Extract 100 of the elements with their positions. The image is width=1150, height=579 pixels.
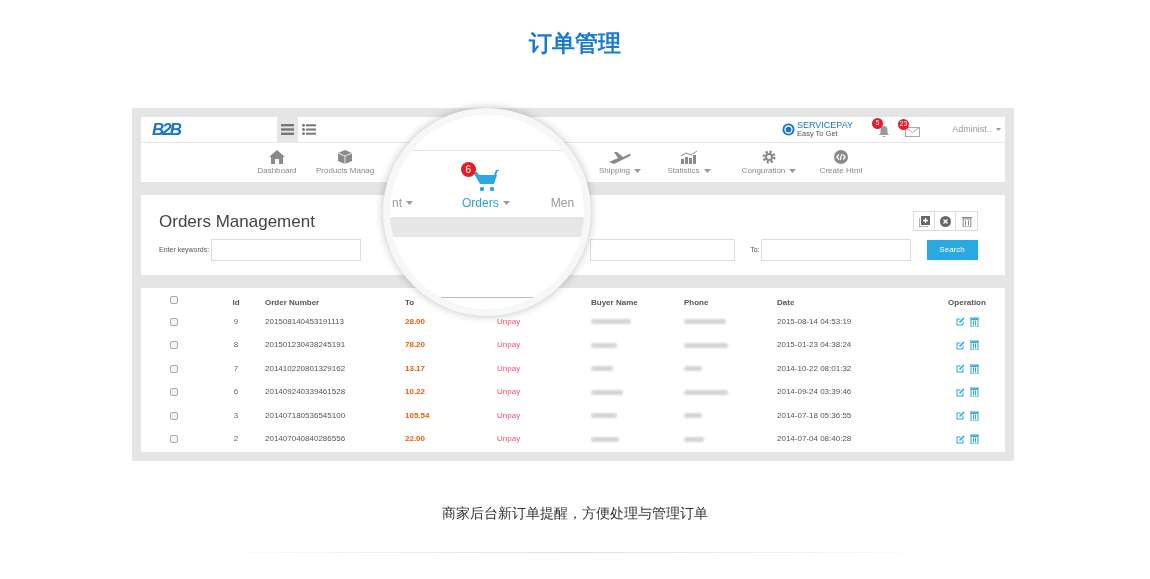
user-menu[interactable]: Administ.. xyxy=(948,122,1001,137)
caption: 商家后台新订单提醒，方便处理与管理订单 xyxy=(442,504,708,523)
nav-item[interactable]: Orders xyxy=(462,197,510,209)
table-cell-text: 8 xyxy=(232,339,240,352)
blurred-text xyxy=(591,436,619,442)
blurred-text xyxy=(684,389,728,395)
table-cell-text: 2014-07-04 08:40:28 xyxy=(777,433,853,446)
delete-button[interactable] xyxy=(969,387,979,398)
airplane-icon xyxy=(609,150,631,164)
bell-icon[interactable] xyxy=(879,126,889,137)
table-cell-text: 22.00 xyxy=(405,433,427,446)
close-icon xyxy=(939,215,951,227)
blurred-text xyxy=(591,366,613,372)
delete-button[interactable] xyxy=(969,340,979,351)
column-header: Date xyxy=(777,298,795,307)
edit-button[interactable] xyxy=(955,363,965,374)
table-cell-text: 201410220801329162 xyxy=(265,362,347,375)
trash-icon xyxy=(969,410,979,421)
checkbox[interactable] xyxy=(170,296,178,304)
gear-icon xyxy=(762,150,776,164)
checkbox[interactable] xyxy=(170,364,178,373)
checkbox[interactable] xyxy=(170,435,178,444)
column-header: To xyxy=(405,298,415,307)
table-cell-text: Unpay xyxy=(497,386,522,399)
column-header: Id xyxy=(232,298,240,307)
edit-button[interactable] xyxy=(955,410,965,421)
table-cell-text: 201409240339461528 xyxy=(265,386,347,399)
checkbox[interactable] xyxy=(170,317,178,326)
edit-icon xyxy=(955,340,965,350)
table-cell-text: 105.54 xyxy=(405,409,431,422)
list-icon xyxy=(301,124,316,135)
trash-icon xyxy=(969,316,979,327)
table-cell-text: 201501230438245191 xyxy=(265,339,347,352)
search-button[interactable]: Search xyxy=(926,240,978,260)
delete-button[interactable] xyxy=(969,410,979,421)
table-cell-text: 2014-09-24 03:39:46 xyxy=(777,386,853,399)
edit-button[interactable] xyxy=(955,387,965,398)
nav-item[interactable]: Products Manag xyxy=(316,150,375,175)
blurred-text xyxy=(684,413,702,419)
nav-item[interactable]: nt xyxy=(391,197,413,209)
table-cell-text: 13.17 xyxy=(405,362,427,375)
delete-button[interactable] xyxy=(969,363,979,374)
table-cell-text: 2 xyxy=(232,433,240,446)
edit-button[interactable] xyxy=(955,340,965,351)
nav-item[interactable]: Dashboard xyxy=(257,150,297,175)
table-cell-text: 2015-01-23 04:38:24 xyxy=(777,339,853,352)
table-cell-text: 7 xyxy=(232,362,240,375)
table-cell-text: Unpay xyxy=(497,433,522,446)
checkbox[interactable] xyxy=(170,388,178,397)
table-cell-text: 201407040840286556 xyxy=(265,433,347,446)
edit-icon xyxy=(955,387,965,397)
delete-button[interactable] xyxy=(969,316,979,327)
edit-button[interactable] xyxy=(955,434,965,445)
page-title: 订单管理 xyxy=(529,32,621,55)
code-icon xyxy=(834,150,848,164)
trash-icon xyxy=(969,340,979,351)
blurred-text xyxy=(591,342,617,348)
nav-item[interactable]: Men xyxy=(550,197,575,209)
menu-icon xyxy=(281,124,294,135)
trash-icon xyxy=(969,387,979,398)
column-header: Order Number xyxy=(265,298,320,307)
table-cell-text: Unpay xyxy=(497,409,522,422)
keywords-field[interactable] xyxy=(211,239,362,261)
date-from-field[interactable] xyxy=(590,239,736,261)
table-cell-text: 10.22 xyxy=(405,386,427,399)
blurred-text xyxy=(684,366,702,372)
panel-title: Orders Management xyxy=(159,212,315,230)
table-cell-text: Unpay xyxy=(497,362,522,375)
edit-icon xyxy=(955,364,965,374)
blurred-text xyxy=(591,389,623,395)
list-view-button[interactable] xyxy=(277,117,298,142)
delete-button[interactable] xyxy=(969,434,979,445)
add-icon xyxy=(918,215,930,227)
trash-icon xyxy=(969,434,979,445)
nav-item[interactable]: Conguration xyxy=(741,150,797,175)
date-to-field[interactable] xyxy=(760,239,911,261)
blurred-text xyxy=(591,319,631,325)
trash-icon xyxy=(969,363,979,374)
brand-name: SERVICEPAY xyxy=(796,121,853,131)
table-cell-text: 28.00 xyxy=(405,315,427,328)
edit-button[interactable] xyxy=(955,316,965,327)
nav-item[interactable]: Create Html xyxy=(819,150,863,175)
nav-item[interactable]: Shipping xyxy=(598,150,642,175)
table-cell-text: 2014-07-18 05:36:55 xyxy=(777,409,853,422)
logo[interactable]: B2B xyxy=(152,121,180,138)
nav-item[interactable]: Statistics xyxy=(667,150,711,175)
globe-logo-icon xyxy=(781,123,795,136)
bar-chart-icon xyxy=(680,150,698,164)
checkbox[interactable] xyxy=(170,411,178,420)
table-cell-text: 9 xyxy=(232,315,240,328)
table-cell-text: Unpay xyxy=(497,339,522,352)
column-header: Buyer Name xyxy=(591,298,638,307)
mail-icon[interactable] xyxy=(905,126,920,137)
blurred-text xyxy=(591,413,617,419)
blurred-text xyxy=(684,436,704,442)
table-cell-text: 3 xyxy=(232,409,240,422)
table-cell-text: 6 xyxy=(232,386,240,399)
checkbox[interactable] xyxy=(170,341,178,350)
column-header: Phone xyxy=(684,298,709,307)
table-cell-text: 2015-08-14 04:53:19 xyxy=(777,315,853,328)
